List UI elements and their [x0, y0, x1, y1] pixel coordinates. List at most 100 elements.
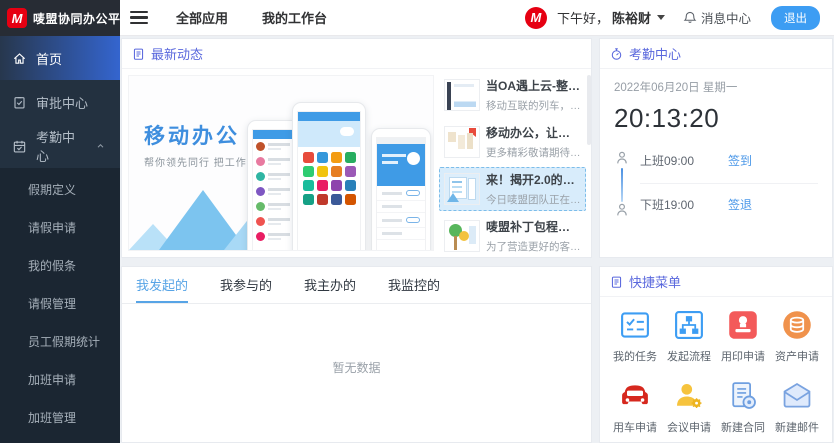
sidebar-item-attendance[interactable]: 考勤中心 [0, 124, 120, 168]
quick-item-seal-request[interactable]: 用印申请 [716, 309, 770, 364]
quick-item-label: 我的任务 [613, 348, 657, 364]
sidebar: 首页 审批中心 考勤中心 假期定义 请假申请 我的假条 请假管理 员工假期统计 … [0, 36, 120, 443]
user-avatar[interactable]: M [525, 7, 547, 29]
logout-button[interactable]: 退出 [771, 6, 820, 30]
quick-item-vehicle-request[interactable]: 用车申请 [608, 380, 662, 435]
app-window: M 唛盟协同办公平台 全部应用 我的工作台 M 下午好，陈裕财 消息中心 退出 [0, 0, 834, 443]
quick-item-meeting-request[interactable]: 会议申请 [662, 380, 716, 435]
tab-initiated-by-me[interactable]: 我发起的 [136, 267, 188, 303]
news-desc: 更多精彩敬请期待....... [486, 145, 581, 160]
message-center-label: 消息中心 [701, 8, 751, 27]
topbar: M 唛盟协同办公平台 全部应用 我的工作台 M 下午好，陈裕财 消息中心 退出 [0, 0, 834, 36]
tab-monitored-by-me[interactable]: 我监控的 [388, 267, 440, 303]
calendar-icon [12, 139, 27, 154]
latest-news-panel: 最新动态 移动办公 帮你领先同行 把工作带出办公室 [121, 38, 592, 258]
news-scrollbar[interactable] [587, 75, 591, 145]
news-item[interactable]: 移动办公，让世界触手可 更多精彩敬请期待....... [439, 120, 586, 164]
news-thumbnail [444, 79, 480, 111]
quick-item-asset-request[interactable]: 资产申请 [770, 309, 824, 364]
attendance-header: 考勤中心 [600, 39, 832, 69]
news-item[interactable]: 唛盟补丁包程序更新 为了营造更好的客户体验，唛 [439, 214, 586, 257]
nav-my-workbench[interactable]: 我的工作台 [262, 8, 327, 27]
document-icon [132, 47, 145, 61]
clipboard-check-icon [12, 95, 27, 110]
news-title: 移动办公，让世界触手可 [486, 124, 581, 141]
clock-out-label: 下班19:00 [640, 196, 694, 213]
promo-banner[interactable]: 移动办公 帮你领先同行 把工作带出办公室 [128, 75, 434, 251]
quick-item-label: 新建合同 [721, 419, 765, 435]
document-icon [610, 275, 623, 289]
menu-toggle-icon[interactable] [130, 11, 148, 25]
person-icon [614, 202, 630, 218]
brand-m-icon: M [7, 8, 27, 28]
quick-menu-panel: 快捷菜单 我的任务 发起流程 用印申请 资产申请 用车申请 [599, 266, 833, 443]
nav-all-apps[interactable]: 全部应用 [176, 8, 228, 27]
news-item[interactable]: 当OA遇上云-整个协同OA 移动互联的列车，让OA与云 [439, 73, 586, 117]
clock-in-link[interactable]: 签到 [728, 152, 752, 169]
sidebar-subitem-holiday-define[interactable]: 假期定义 [0, 171, 120, 209]
empty-data-text: 暂无数据 [122, 359, 591, 376]
message-center-button[interactable]: 消息中心 [683, 8, 751, 27]
news-thumbnail [444, 220, 480, 252]
quick-item-label: 用印申请 [721, 348, 765, 364]
quick-item-new-mail[interactable]: 新建邮件 [770, 380, 824, 435]
quick-item-label: 新建邮件 [775, 419, 819, 435]
stopwatch-icon [610, 47, 623, 61]
assets-icon [781, 309, 813, 341]
latest-news-header: 最新动态 [122, 39, 591, 69]
sidebar-item-label: 首页 [36, 49, 62, 68]
attendance-title: 考勤中心 [629, 44, 681, 63]
chevron-up-icon [93, 141, 108, 151]
home-icon [12, 51, 27, 66]
promo-phone-profile [371, 128, 431, 251]
quick-menu-header: 快捷菜单 [600, 267, 832, 297]
news-desc: 移动互联的列车，让OA与云 [486, 98, 581, 113]
quick-item-start-process[interactable]: 发起流程 [662, 309, 716, 364]
app-title: 唛盟协同办公平台 [33, 10, 133, 27]
person-icon [614, 150, 630, 166]
news-item-selected[interactable]: 来！揭开2.0的神秘面纱- 今日唛盟团队正在加班加点， [439, 167, 586, 211]
news-list: 当OA遇上云-整个协同OA 移动互联的列车，让OA与云 移动办公，让世界触手可 … [434, 69, 591, 257]
contract-icon [727, 380, 759, 412]
latest-news-title: 最新动态 [151, 44, 203, 63]
workflow-tabs-panel: 我发起的 我参与的 我主办的 我监控的 暂无数据 [121, 266, 592, 443]
news-title: 来！揭开2.0的神秘面纱- [486, 171, 581, 188]
timeline-connector [621, 168, 623, 202]
attendance-body: 2022年06月20日 星期一 20:13:20 上班09:00 签到 下班19… [600, 69, 832, 227]
clock-out-row: 下班19:00 签退 [640, 183, 818, 227]
quick-item-label: 会议申请 [667, 419, 711, 435]
news-body: 移动办公 帮你领先同行 把工作带出办公室 [122, 69, 591, 257]
sidebar-item-approval[interactable]: 审批中心 [0, 80, 120, 124]
sidebar-subitem-my-leave[interactable]: 我的假条 [0, 247, 120, 285]
topbar-main: 全部应用 我的工作台 M 下午好，陈裕财 消息中心 退出 [120, 0, 834, 35]
tab-participated-by-me[interactable]: 我参与的 [220, 267, 272, 303]
sidebar-submenu: 假期定义 请假申请 我的假条 请假管理 员工假期统计 加班申请 加班管理 [0, 168, 120, 443]
sidebar-subitem-leave-manage[interactable]: 请假管理 [0, 285, 120, 323]
sidebar-item-label: 考勤中心 [36, 127, 84, 165]
quick-item-new-contract[interactable]: 新建合同 [716, 380, 770, 435]
clock-in-row: 上班09:00 签到 [640, 150, 818, 183]
sidebar-subitem-leave-apply[interactable]: 请假申请 [0, 209, 120, 247]
quick-item-my-tasks[interactable]: 我的任务 [608, 309, 662, 364]
user-menu[interactable]: 下午好，陈裕财 [557, 8, 665, 27]
greeting-text: 下午好， [557, 8, 609, 27]
news-title: 唛盟补丁包程序更新 [486, 218, 581, 235]
clock-in-label: 上班09:00 [640, 152, 694, 169]
sidebar-subitem-overtime-apply[interactable]: 加班申请 [0, 361, 120, 399]
clock-out-link[interactable]: 签退 [728, 196, 752, 213]
attendance-date: 2022年06月20日 星期一 [614, 79, 818, 95]
tab-hosted-by-me[interactable]: 我主办的 [304, 267, 356, 303]
username: 陈裕财 [612, 8, 651, 27]
stamp-icon [727, 309, 759, 341]
sidebar-item-home[interactable]: 首页 [0, 36, 120, 80]
sidebar-subitem-overtime-manage[interactable]: 加班管理 [0, 399, 120, 437]
promo-title: 移动办公 [144, 120, 240, 150]
news-thumbnail [444, 173, 480, 205]
meeting-person-icon [673, 380, 705, 412]
app-logo: M 唛盟协同办公平台 [0, 0, 120, 36]
news-thumbnail [444, 126, 480, 158]
mail-icon [781, 380, 813, 412]
sidebar-subitem-staff-holiday-stats[interactable]: 员工假期统计 [0, 323, 120, 361]
news-desc: 为了营造更好的客户体验，唛 [486, 239, 581, 254]
quick-item-label: 用车申请 [613, 419, 657, 435]
